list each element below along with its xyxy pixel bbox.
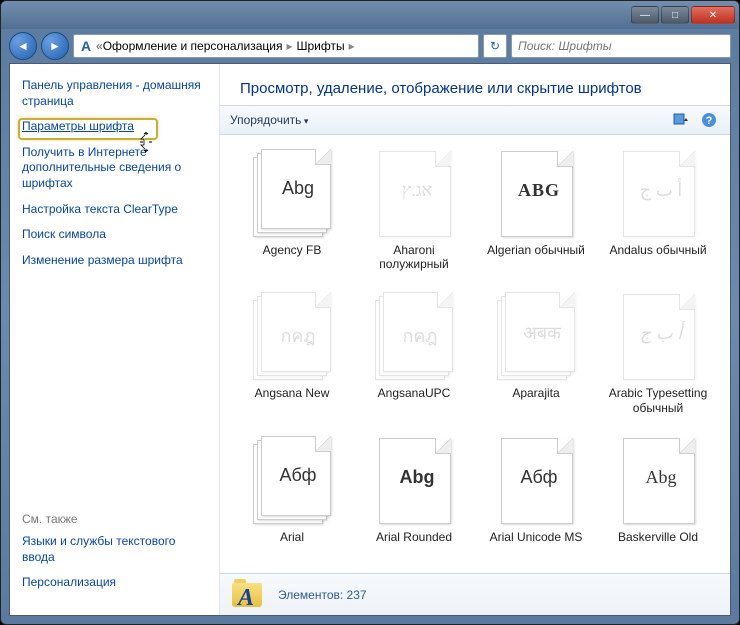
font-item[interactable]: אג.ץ Aharoni полужирный bbox=[356, 149, 472, 286]
font-name-label: Andalus обычный bbox=[609, 243, 706, 257]
font-name-label: Baskerville Old bbox=[618, 530, 698, 544]
font-sample: Абф bbox=[270, 465, 326, 486]
breadcrumb-part[interactable]: Оформление и персонализация bbox=[103, 39, 283, 53]
font-name-label: Agency FB bbox=[263, 243, 322, 257]
sidebar: Панель управления - домашняя страница Па… bbox=[10, 64, 220, 615]
font-sample: ABG bbox=[510, 180, 568, 201]
seealso-link-languages[interactable]: Языки и службы текстового ввода bbox=[22, 534, 207, 565]
font-name-label: Angsana New bbox=[255, 386, 330, 400]
font-item[interactable]: अबक Aparajita bbox=[478, 292, 594, 429]
back-button[interactable]: ◄ bbox=[9, 32, 37, 60]
cp-home-link[interactable]: Панель управления - домашняя страница bbox=[22, 78, 207, 109]
minimize-button[interactable]: — bbox=[631, 6, 659, 24]
font-thumb: กคฎ bbox=[253, 292, 331, 382]
view-options-button[interactable] bbox=[670, 110, 692, 130]
font-thumb: Абф bbox=[497, 436, 575, 526]
font-name-label: Arial Unicode MS bbox=[490, 530, 583, 544]
breadcrumb-sep-icon: ▸ bbox=[282, 39, 296, 53]
sidebar-link-font-settings[interactable]: Параметры шрифта bbox=[22, 119, 207, 135]
font-thumb: אג.ץ bbox=[375, 149, 453, 239]
font-name-label: Arabic Typesetting обычный bbox=[608, 386, 708, 415]
font-sample: กคฎ bbox=[270, 321, 326, 350]
toolbar: Упорядочить ? bbox=[220, 105, 730, 135]
font-item[interactable]: Абф Arial Unicode MS bbox=[478, 436, 594, 559]
font-item[interactable]: Abg Baskerville Old bbox=[600, 436, 716, 559]
font-thumb: Абф bbox=[253, 436, 331, 526]
font-name-label: Arial bbox=[280, 530, 304, 544]
font-sample: אג.ץ bbox=[388, 180, 446, 201]
font-thumb: ABG bbox=[497, 149, 575, 239]
font-sample: Abg bbox=[632, 467, 690, 488]
sidebar-link-charmap[interactable]: Поиск символа bbox=[22, 227, 207, 243]
titlebar: — □ ✕ bbox=[1, 1, 739, 29]
font-thumb: अबक bbox=[497, 292, 575, 382]
maximize-button[interactable]: □ bbox=[661, 6, 689, 24]
main-panel: Просмотр, удаление, отображение или скры… bbox=[220, 64, 730, 615]
font-name-label: Aparajita bbox=[512, 386, 559, 400]
font-item[interactable]: أ ب ج Arabic Typesetting обычный bbox=[600, 292, 716, 429]
font-thumb: Abg bbox=[619, 436, 697, 526]
font-item[interactable]: ABG Algerian обычный bbox=[478, 149, 594, 286]
font-sample: अबक bbox=[514, 321, 570, 345]
seealso-heading: См. также bbox=[22, 512, 207, 526]
breadcrumb-part[interactable]: Шрифты bbox=[296, 39, 344, 53]
fonts-folder-icon: A bbox=[232, 579, 264, 611]
help-button[interactable]: ? bbox=[698, 110, 720, 130]
window: — □ ✕ ◄ ► A « Оформление и персонализаци… bbox=[0, 0, 740, 625]
forward-button[interactable]: ► bbox=[41, 32, 69, 60]
font-name-label: Arial Rounded bbox=[376, 530, 452, 544]
font-item[interactable]: Abg Agency FB bbox=[234, 149, 350, 286]
font-thumb: Abg bbox=[253, 149, 331, 239]
font-sample: Abg bbox=[388, 467, 446, 488]
close-button[interactable]: ✕ bbox=[691, 6, 735, 24]
font-item[interactable]: أ ب ج Andalus обычный bbox=[600, 149, 716, 286]
breadcrumb[interactable]: A « Оформление и персонализация ▸ Шрифты… bbox=[73, 34, 479, 58]
navbar: ◄ ► A « Оформление и персонализация ▸ Шр… bbox=[1, 29, 739, 63]
search-input[interactable] bbox=[511, 34, 731, 58]
font-item[interactable]: Абф Arial bbox=[234, 436, 350, 559]
page-title: Просмотр, удаление, отображение или скры… bbox=[220, 64, 730, 105]
font-thumb: أ ب ج bbox=[619, 292, 697, 382]
breadcrumb-sep-icon: ▸ bbox=[345, 39, 359, 53]
font-item[interactable]: Abg Arial Rounded bbox=[356, 436, 472, 559]
font-name-label: Algerian обычный bbox=[487, 243, 585, 257]
font-folder-icon: A bbox=[78, 38, 94, 54]
font-item[interactable]: กคฎ Angsana New bbox=[234, 292, 350, 429]
statusbar: A Элементов: 237 bbox=[220, 573, 730, 615]
font-thumb: Abg bbox=[375, 436, 453, 526]
organize-button[interactable]: Упорядочить bbox=[230, 113, 308, 127]
font-item[interactable]: กคฎ AngsanaUPC bbox=[356, 292, 472, 429]
refresh-button[interactable]: ↻ bbox=[483, 34, 507, 58]
sidebar-link-textsize[interactable]: Изменение размера шрифта bbox=[22, 253, 207, 269]
font-name-label: AngsanaUPC bbox=[378, 386, 451, 400]
status-text: Элементов: 237 bbox=[278, 588, 367, 602]
font-sample: أ ب ج bbox=[632, 323, 690, 344]
content-area: Панель управления - домашняя страница Па… bbox=[9, 63, 731, 616]
font-thumb: กคฎ bbox=[375, 292, 453, 382]
font-sample: Абф bbox=[510, 467, 568, 488]
history-chevron-icon[interactable]: « bbox=[96, 39, 103, 53]
sidebar-link-online-info[interactable]: Получить в Интернете дополнительные свед… bbox=[22, 145, 207, 192]
svg-text:?: ? bbox=[706, 115, 713, 127]
font-name-label: Aharoni полужирный bbox=[364, 243, 464, 272]
seealso-link-personalization[interactable]: Персонализация bbox=[22, 575, 207, 591]
font-sample: Abg bbox=[270, 178, 326, 199]
font-thumb: أ ب ج bbox=[619, 149, 697, 239]
font-sample: กคฎ bbox=[392, 321, 448, 350]
font-grid[interactable]: Abg Agency FB אג.ץ Aharoni полужирный ABG Alg… bbox=[220, 135, 730, 573]
font-sample: أ ب ج bbox=[632, 180, 690, 201]
sidebar-link-cleartype[interactable]: Настройка текста ClearType bbox=[22, 202, 207, 218]
